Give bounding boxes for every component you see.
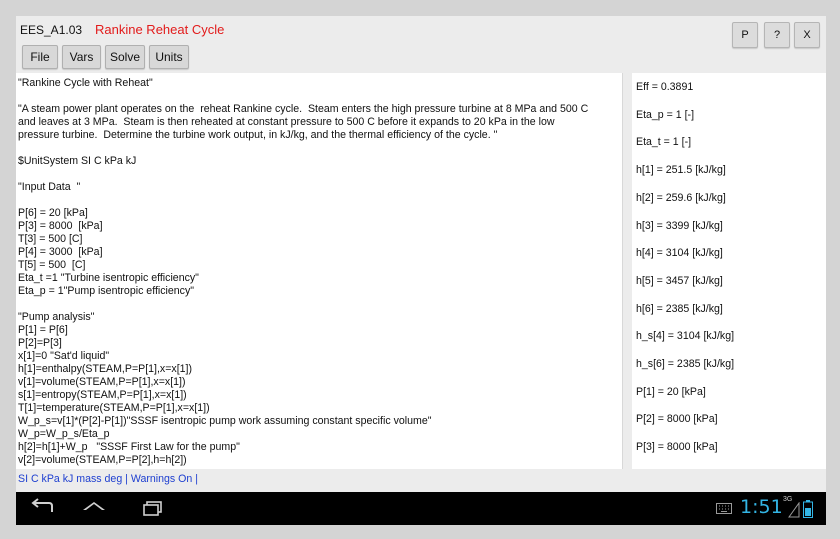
print-button[interactable]: P	[732, 22, 758, 48]
result-value: Eta_t = 1 [-]	[636, 136, 692, 149]
equation-line: v[2]=volume(STEAM,P=P[2],h=h[2])	[18, 454, 187, 466]
equation-line: Eta_t =1 "Turbine isentropic efficiency"	[18, 272, 199, 284]
result-value: h[4] = 3104 [kJ/kg]	[636, 247, 723, 260]
equation-line: and leaves at 3 MPa. Steam is then rehea…	[18, 116, 555, 128]
equation-line: Eta_p = 1"Pump isentropic efficiency"	[18, 285, 195, 297]
equation-line: T[5] = 500 [C]	[18, 259, 86, 271]
result-value: P[1] = 20 [kPa]	[636, 385, 706, 398]
recent-apps-icon[interactable]	[140, 498, 166, 518]
result-value: h_s[4] = 3104 [kJ/kg]	[636, 330, 735, 343]
document-title: Rankine Reheat Cycle	[95, 22, 225, 37]
device-bezel-top	[0, 0, 840, 16]
result-value: h_s[6] = 2385 [kJ/kg]	[636, 358, 735, 370]
equation-line: x[1]=0 "Sat'd liquid"	[18, 350, 110, 362]
equation-line: h[2]=h[1]+W_p "SSSF First Law for the pu…	[18, 441, 240, 453]
keyboard-icon[interactable]	[716, 503, 732, 514]
battery-icon	[803, 500, 813, 518]
title-bar: EES_A1.03 Rankine Reheat Cycle P ? X	[16, 16, 826, 48]
equation-line: P[3] = 8000 [kPa]	[18, 220, 103, 232]
equation-line: pressure turbine. Determine the turbine …	[18, 129, 498, 141]
equation-line: "Pump analysis"	[18, 311, 95, 323]
close-button[interactable]: X	[794, 22, 820, 48]
result-value: h[6] = 2385 [kJ/kg]	[636, 302, 723, 315]
result-value: h[2] = 259.6 [kJ/kg]	[636, 191, 726, 204]
equation-line: W_p=W_p_s/Eta_p	[18, 428, 110, 440]
file-button[interactable]: File	[22, 45, 58, 69]
vars-button[interactable]: Vars	[62, 45, 101, 69]
help-button[interactable]: ?	[764, 22, 790, 48]
equation-line: W_p_s=v[1]*(P[2]-P[1])"SSSF isentropic p…	[18, 415, 432, 427]
result-value: Eta_p = 1 [-]	[636, 108, 695, 121]
units-button[interactable]: Units	[149, 45, 189, 69]
device-bezel-right	[826, 0, 840, 539]
result-value: h[5] = 3457 [kJ/kg]	[636, 274, 723, 287]
equation-line: v[1]=volume(STEAM,P=P[1],x=x[1])	[18, 376, 186, 388]
clock: 1:51	[740, 496, 783, 518]
android-nav-bar: 1:51 3G	[16, 492, 826, 525]
equation-line: h[1]=enthalpy(STEAM,P=P[1],x=x[1])	[18, 363, 193, 375]
app-title: EES_A1.03	[20, 23, 83, 37]
solve-button[interactable]: Solve	[105, 45, 145, 69]
ees-app-window: EES_A1.03 Rankine Reheat Cycle P ? X Fil…	[16, 16, 826, 492]
equation-line: s[1]=entropy(STEAM,P=P[1],x=x[1])	[18, 389, 187, 401]
equations-editor[interactable]: "Rankine Cycle with Reheat" "A steam powe…	[16, 73, 623, 469]
device-bezel-bottom	[0, 525, 840, 539]
status-text: SI C kPa kJ mass deg | Warnings On |	[18, 473, 198, 485]
equation-line: "Input Data "	[18, 181, 81, 193]
equation-line: "Rankine Cycle with Reheat"	[18, 77, 153, 89]
results-panel[interactable]: Eff = 0.3891 Eta_p = 1 [-] Eta_t = 1 [-] h[…	[632, 73, 826, 469]
equation-line: P[4] = 3000 [kPa]	[18, 246, 103, 258]
result-value: P[3] = 8000 [kPa]	[636, 441, 718, 454]
result-value: Eff = 0.3891	[636, 81, 694, 93]
home-icon[interactable]	[80, 498, 108, 518]
status-bar: SI C kPa kJ mass deg | Warnings On |	[16, 469, 826, 492]
equation-line: T[3] = 500 [C]	[18, 233, 83, 245]
equation-line: P[1] = P[6]	[18, 324, 68, 336]
result-value: h[3] = 3399 [kJ/kg]	[636, 219, 723, 232]
result-value: P[2] = 8000 [kPa]	[636, 413, 718, 426]
back-icon[interactable]	[29, 498, 55, 518]
equation-line: T[1]=temperature(STEAM,P=P[1],x=x[1])	[18, 402, 210, 414]
equation-line: P[6] = 20 [kPa]	[18, 207, 88, 219]
equation-line: "A steam power plant operates on the reh…	[18, 103, 589, 115]
equation-line: P[2]=P[3]	[18, 337, 62, 349]
result-value: h[1] = 251.5 [kJ/kg]	[636, 164, 726, 177]
tablet-screen: EES_A1.03 Rankine Reheat Cycle P ? X Fil…	[16, 16, 826, 525]
device-bezel-left	[0, 0, 16, 539]
equation-line: $UnitSystem SI C kPa kJ	[18, 155, 137, 167]
signal-icon	[788, 502, 800, 518]
